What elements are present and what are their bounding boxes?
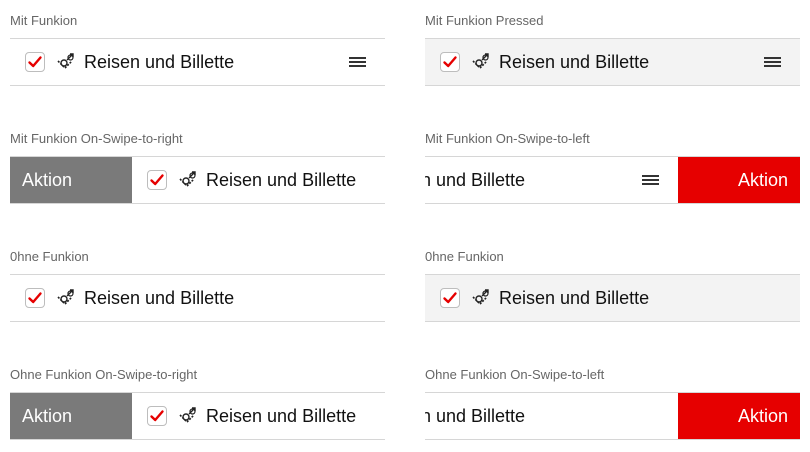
checkbox-checked[interactable] bbox=[147, 406, 167, 426]
section-label: Mit Funkion On-Swipe-to-right bbox=[10, 131, 183, 146]
list-item-swipe-right[interactable]: Aktion Reisen und Billette bbox=[10, 156, 385, 204]
checkmark-icon bbox=[150, 410, 164, 422]
checkmark-icon bbox=[28, 56, 42, 68]
checkmark-icon bbox=[443, 56, 457, 68]
checkbox-checked[interactable] bbox=[25, 52, 45, 72]
item-label: Reisen und Billette bbox=[84, 288, 235, 308]
item-label: Reisen und Billette bbox=[206, 406, 357, 426]
item-label: Reisen und Billette bbox=[84, 52, 235, 72]
section-label: 0hne Funkion bbox=[10, 249, 89, 264]
item-label-truncated: n und Billette bbox=[425, 170, 526, 190]
section-label: Mit Funkion On-Swipe-to-left bbox=[425, 131, 590, 146]
list-item-swipe-left[interactable]: n und Billette Aktion bbox=[425, 392, 800, 440]
checkmark-icon bbox=[28, 292, 42, 304]
train-ticket-icon bbox=[56, 288, 76, 308]
checkmark-icon bbox=[150, 174, 164, 186]
train-ticket-icon bbox=[178, 170, 198, 190]
swipe-action-button[interactable]: Aktion bbox=[678, 157, 800, 203]
drag-handle-icon[interactable] bbox=[642, 174, 659, 186]
drag-handle-icon[interactable] bbox=[349, 56, 366, 68]
checkbox-checked[interactable] bbox=[147, 170, 167, 190]
checkmark-icon bbox=[443, 292, 457, 304]
swipe-action-label: Aktion bbox=[22, 170, 73, 190]
swipe-action-label: Aktion bbox=[738, 406, 789, 426]
swipe-action-label: Aktion bbox=[22, 406, 73, 426]
swipe-action-button[interactable]: Aktion bbox=[678, 393, 800, 439]
checkbox-checked[interactable] bbox=[25, 288, 45, 308]
list-item-with-function[interactable]: Reisen und Billette bbox=[10, 38, 385, 86]
item-label: Reisen und Billette bbox=[499, 52, 650, 72]
list-item-without-function-pressed[interactable]: Reisen und Billette bbox=[425, 274, 800, 322]
list-item-swipe-right[interactable]: Aktion Reisen und Billette bbox=[10, 392, 385, 440]
checkbox-checked[interactable] bbox=[440, 52, 460, 72]
swipe-action-label: Aktion bbox=[738, 170, 789, 190]
list-item-swipe-left[interactable]: n und Billette Aktion bbox=[425, 156, 800, 204]
swipe-action-button[interactable]: Aktion bbox=[10, 157, 132, 203]
list-item-without-function[interactable]: Reisen und Billette bbox=[10, 274, 385, 322]
section-label: Mit Funkion Pressed bbox=[425, 13, 544, 28]
section-label: 0hne Funkion bbox=[425, 249, 504, 264]
swipe-action-button[interactable]: Aktion bbox=[10, 393, 132, 439]
train-ticket-icon bbox=[471, 288, 491, 308]
list-item-with-function-pressed[interactable]: Reisen und Billette bbox=[425, 38, 800, 86]
train-ticket-icon bbox=[471, 52, 491, 72]
train-ticket-icon bbox=[56, 52, 76, 72]
train-ticket-icon bbox=[178, 406, 198, 426]
item-label: Reisen und Billette bbox=[499, 288, 650, 308]
drag-handle-icon[interactable] bbox=[764, 56, 781, 68]
section-label: Mit Funkion bbox=[10, 13, 78, 28]
item-label-truncated: n und Billette bbox=[425, 406, 526, 426]
item-label: Reisen und Billette bbox=[206, 170, 357, 190]
section-label: Ohne Funkion On-Swipe-to-right bbox=[10, 367, 198, 382]
section-label: Ohne Funkion On-Swipe-to-left bbox=[425, 367, 605, 382]
checkbox-checked[interactable] bbox=[440, 288, 460, 308]
